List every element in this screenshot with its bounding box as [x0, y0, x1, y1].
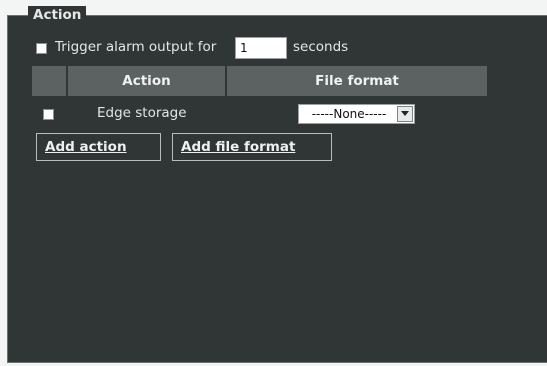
action-cell: Edge storage — [97, 105, 187, 121]
add-file-format-button[interactable]: Add file format — [172, 133, 332, 161]
row-checkbox[interactable] — [43, 109, 54, 120]
action-column-header: Action — [68, 66, 225, 96]
file-format-select[interactable]: -----None----- — [298, 104, 415, 124]
trigger-alarm-checkbox[interactable] — [36, 43, 47, 54]
panel-legend: Action — [28, 6, 87, 24]
add-action-button[interactable]: Add action — [36, 133, 161, 161]
file-format-selected-value: -----None----- — [311, 107, 387, 121]
trigger-seconds-input[interactable] — [235, 37, 287, 59]
seconds-label: seconds — [293, 39, 349, 55]
chevron-down-icon[interactable] — [397, 106, 413, 122]
file-format-column-header: File format — [227, 66, 487, 96]
select-column-header — [32, 66, 66, 96]
trigger-alarm-label: Trigger alarm output for — [55, 39, 217, 55]
